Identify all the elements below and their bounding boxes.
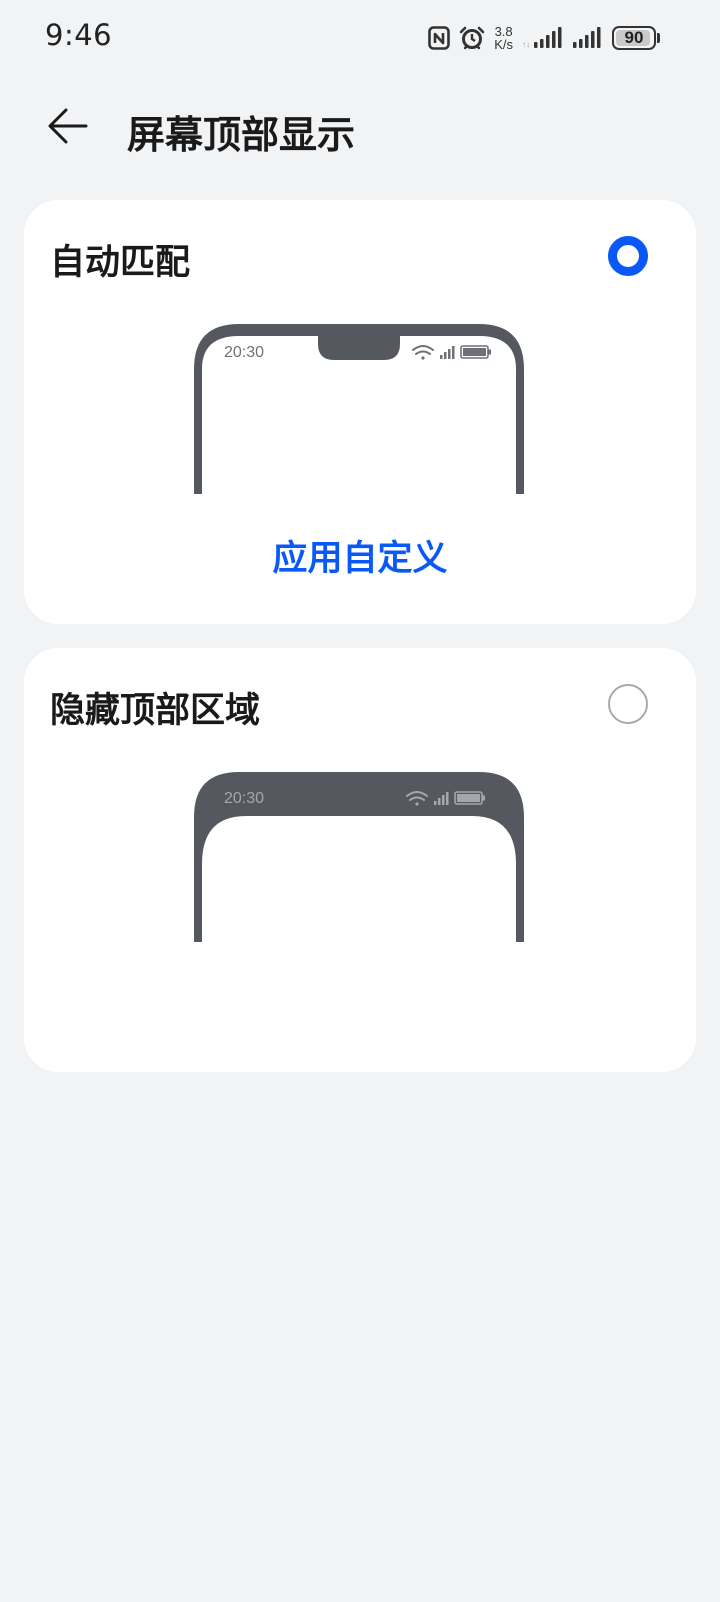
battery-body: 90 xyxy=(612,26,656,50)
nfc-icon xyxy=(428,26,451,50)
option-label: 自动匹配 xyxy=(50,243,191,283)
illustration-time: 20:30 xyxy=(224,790,264,807)
signal-icon xyxy=(571,26,603,50)
option-card-auto-match[interactable]: 自动匹配 20:30 应用自定义 xyxy=(24,200,696,624)
battery-percent: 90 xyxy=(624,28,644,47)
status-icons: 3.8 K/s ↑↓ 90 xyxy=(428,20,660,56)
option-card-hide-top-area[interactable]: 隐藏顶部区域 20:30 xyxy=(24,648,696,1072)
network-speed: 3.8 K/s xyxy=(494,25,513,51)
option-label: 隐藏顶部区域 xyxy=(50,691,261,731)
wifi-icon xyxy=(412,345,434,360)
battery-icon xyxy=(460,345,491,359)
status-bar: 9:46 3.8 K/s ↑↓ 90 xyxy=(0,0,720,76)
radio-auto-match[interactable] xyxy=(608,236,648,276)
illustration-time: 20:30 xyxy=(224,344,264,361)
network-speed-unit: K/s xyxy=(494,37,513,52)
status-time: 9:46 xyxy=(45,18,113,52)
arrow-left-icon xyxy=(46,106,90,150)
app-custom-link[interactable]: 应用自定义 xyxy=(24,530,696,581)
signal-icon: ↑↓ xyxy=(522,26,562,50)
notch-phone-illustration: 20:30 xyxy=(194,324,524,494)
radio-hide-top-area[interactable] xyxy=(608,684,648,724)
svg-text:↑↓: ↑↓ xyxy=(522,40,530,49)
screen-top-display-settings-page: 9:46 3.8 K/s ↑↓ 90 屏幕顶部显示 自动匹配 20:30 应用自… xyxy=(0,0,720,1602)
battery-icon: 90 xyxy=(612,26,660,50)
signal-icon xyxy=(440,346,455,359)
hidden-top-phone-illustration: 20:30 xyxy=(194,772,524,942)
back-button[interactable] xyxy=(38,100,98,156)
page-title: 屏幕顶部显示 xyxy=(127,113,356,157)
header: 屏幕顶部显示 xyxy=(0,88,720,168)
battery-tip xyxy=(657,33,660,43)
alarm-icon xyxy=(459,25,485,51)
